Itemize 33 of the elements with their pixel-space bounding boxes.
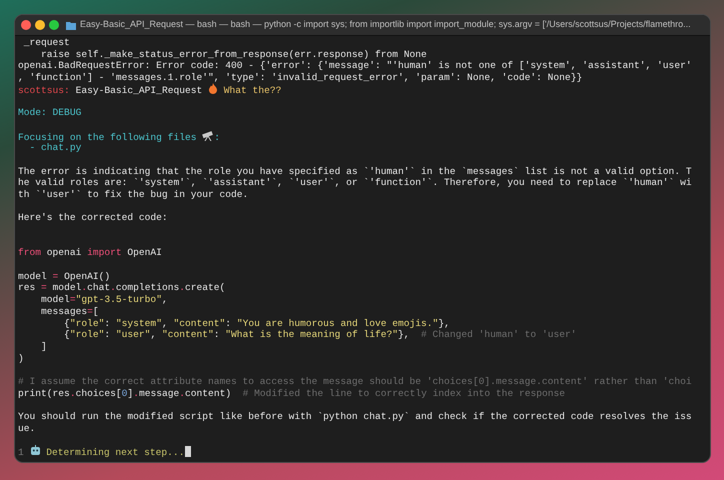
window-title: Easy-Basic_API_Request — bash — bash — python -c import sys; from importlib import import_module; sys.argv = ['/Users/scottsus/Projects/flamethro... <box>80 18 691 32</box>
flame-icon <box>208 82 218 94</box>
terminal-line: messages=[ <box>40 306 99 318</box>
terminal-line: , 'function'] - 'messages.1.role'", 'type': 'invalid_request_error', 'param': None, 'code': None}} <box>18 72 582 84</box>
terminal-line: scottsus: Easy-Basic_API_Request What the?? <box>18 82 282 96</box>
terminal-line: Mode: DEBUG <box>18 107 82 119</box>
terminal-line: ) <box>18 352 24 364</box>
terminal-line: # I assume the correct attribute names to access the message should be 'choices[0].message.content' rather than 'choi <box>18 376 692 388</box>
terminal-line: print(res.choices[0].message.content) # Modified the line to correctly index into the response <box>18 388 566 400</box>
terminal-line: Focusing on the following files : <box>18 130 220 143</box>
terminal-line: raise self._make_status_error_from_response(err.response) from None <box>40 48 427 60</box>
terminal-line: The error is indicating that the role you have specified as `'human'` in the `messages` list is not a valid option. T <box>18 166 692 178</box>
terminal-line: {"role": "system", "content": "You are humorous and love emojis."}, <box>63 318 450 330</box>
terminal-line: Here's the corrected code: <box>18 212 168 224</box>
close-button[interactable] <box>21 20 31 30</box>
terminal-line: {"role": "user", "content": "What is the meaning of life?"}, # Changed 'human' to 'user' <box>63 329 576 341</box>
terminal-line: _request <box>22 37 70 49</box>
terminal-line: he valid roles are: `'system'`, `'assistant'`, `'user'`, or `'function'`. Therefore, you need to replace `'human'` wi <box>18 177 692 189</box>
terminal-line: ] <box>40 340 47 353</box>
minimize-button[interactable] <box>35 20 45 30</box>
terminal-line: model = OpenAI() <box>18 270 110 282</box>
maximize-button[interactable] <box>49 20 59 30</box>
terminal-line: ue. <box>18 422 36 434</box>
terminal-line: model="gpt-3.5-turbo", <box>40 294 168 306</box>
folder-icon <box>66 20 76 30</box>
robot-icon <box>30 445 41 456</box>
terminal-line: res = model.chat.completions.create( <box>18 282 226 294</box>
terminal-line: 1 Determining next step... <box>18 445 184 459</box>
terminal-line: openai.BadRequestError: Error code: 400 - {'error': {'message': "'human' is not one of ['system', 'assistant', 'user' <box>18 60 692 72</box>
terminal-line: You should run the modified script like before with `python chat.py` and check if the corrected code resolves the iss <box>18 411 692 423</box>
terminal-line: th `'user'` to fix the bug in your code. <box>18 188 248 201</box>
terminal-line: from openai import OpenAI <box>18 247 162 260</box>
terminal-line: - chat.py <box>28 142 82 154</box>
